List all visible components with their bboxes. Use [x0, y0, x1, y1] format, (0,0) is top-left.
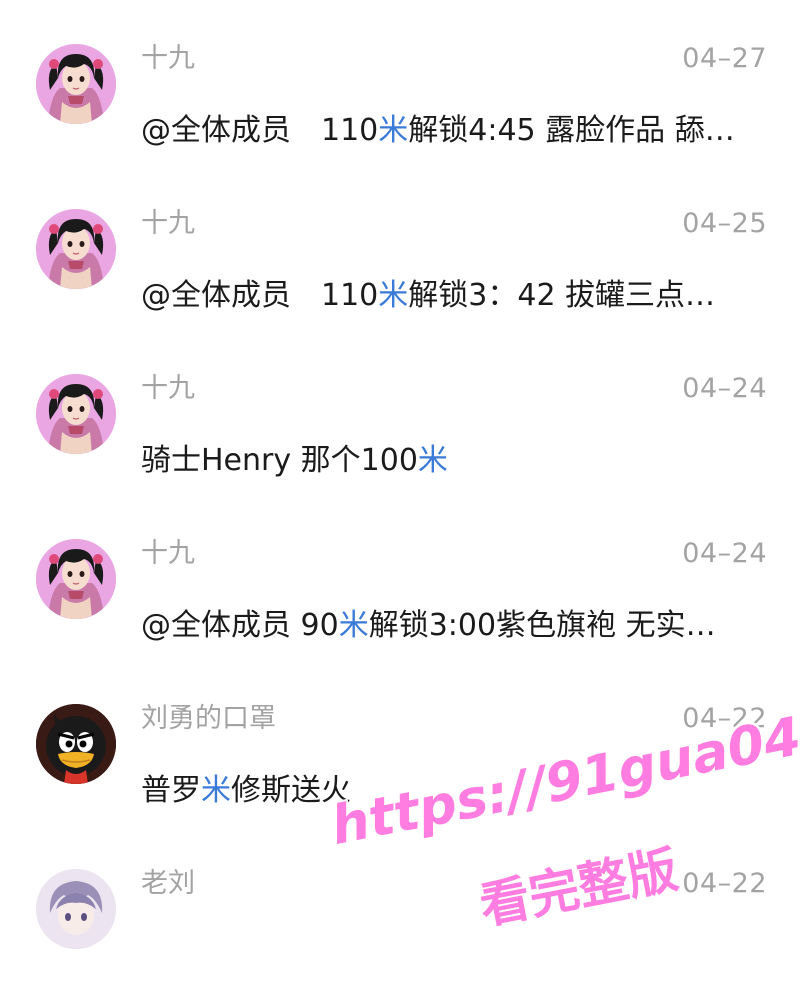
- list-item[interactable]: 十九 04–25 @全体成员 110米解锁3：42 拔罐三点…: [0, 165, 800, 330]
- list-item[interactable]: 老刘 04–22: [0, 825, 800, 990]
- anime-girl-avatar-icon[interactable]: [36, 539, 116, 619]
- sender-name: 十九: [141, 208, 195, 239]
- message-highlight: 米: [417, 443, 448, 478]
- message-date: 04–24: [682, 373, 767, 404]
- sender-name: 刘勇的口罩: [141, 703, 276, 734]
- list-item[interactable]: 十九 04–27 @全体成员 110米解锁4:45 露脸作品 舔…: [0, 0, 800, 165]
- message-text: 修斯送火: [231, 773, 351, 808]
- cartoon-duck-avatar-icon[interactable]: [36, 704, 116, 784]
- sender-name: 十九: [141, 373, 195, 404]
- message-date: 04–25: [682, 208, 767, 239]
- message-text: @全体成员 110: [141, 113, 379, 148]
- message-list: 十九 04–27 @全体成员 110米解锁4:45 露脸作品 舔… 十九 04–…: [0, 0, 800, 949]
- message-preview: @全体成员 110米解锁3：42 拔罐三点…: [141, 276, 776, 316]
- message-text: 解锁3:00紫色旗袍 无实…: [368, 608, 716, 643]
- message-date: 04–24: [682, 538, 767, 569]
- message-date: 04–22: [682, 703, 767, 734]
- message-highlight: 米: [201, 773, 231, 808]
- list-item[interactable]: 十九 04–24 骑士Henry 那个100米: [0, 330, 800, 495]
- message-preview: 普罗米修斯送火: [141, 771, 776, 811]
- anime-girl-avatar-icon[interactable]: [36, 374, 116, 454]
- sender-name: 十九: [141, 538, 195, 569]
- message-date: 04–22: [682, 868, 767, 899]
- message-preview: 骑士Henry 那个100米: [141, 441, 776, 481]
- anime-girl-avatar-icon[interactable]: [36, 44, 116, 124]
- message-preview: @全体成员 90米解锁3:00紫色旗袍 无实…: [141, 606, 776, 646]
- message-text: @全体成员 90: [141, 608, 339, 643]
- message-text: 骑士Henry 那个100: [141, 443, 418, 478]
- message-text: 解锁4:45 露脸作品 舔…: [408, 113, 735, 148]
- message-date: 04–27: [682, 43, 767, 74]
- message-text: @全体成员 110: [141, 278, 379, 313]
- anime-girl-avatar-icon[interactable]: [36, 209, 116, 289]
- message-text: 普罗: [141, 773, 201, 808]
- message-highlight: 米: [378, 113, 409, 148]
- sender-name: 十九: [141, 43, 195, 74]
- list-item[interactable]: 刘勇的口罩 04–22 普罗米修斯送火: [0, 660, 800, 825]
- sender-name: 老刘: [141, 868, 195, 899]
- anime-character-avatar-icon[interactable]: [36, 869, 116, 949]
- list-item[interactable]: 十九 04–24 @全体成员 90米解锁3:00紫色旗袍 无实…: [0, 495, 800, 660]
- message-highlight: 米: [338, 608, 369, 643]
- message-text: 解锁3：42 拔罐三点…: [408, 278, 716, 313]
- message-preview: @全体成员 110米解锁4:45 露脸作品 舔…: [141, 111, 776, 151]
- message-highlight: 米: [378, 278, 409, 313]
